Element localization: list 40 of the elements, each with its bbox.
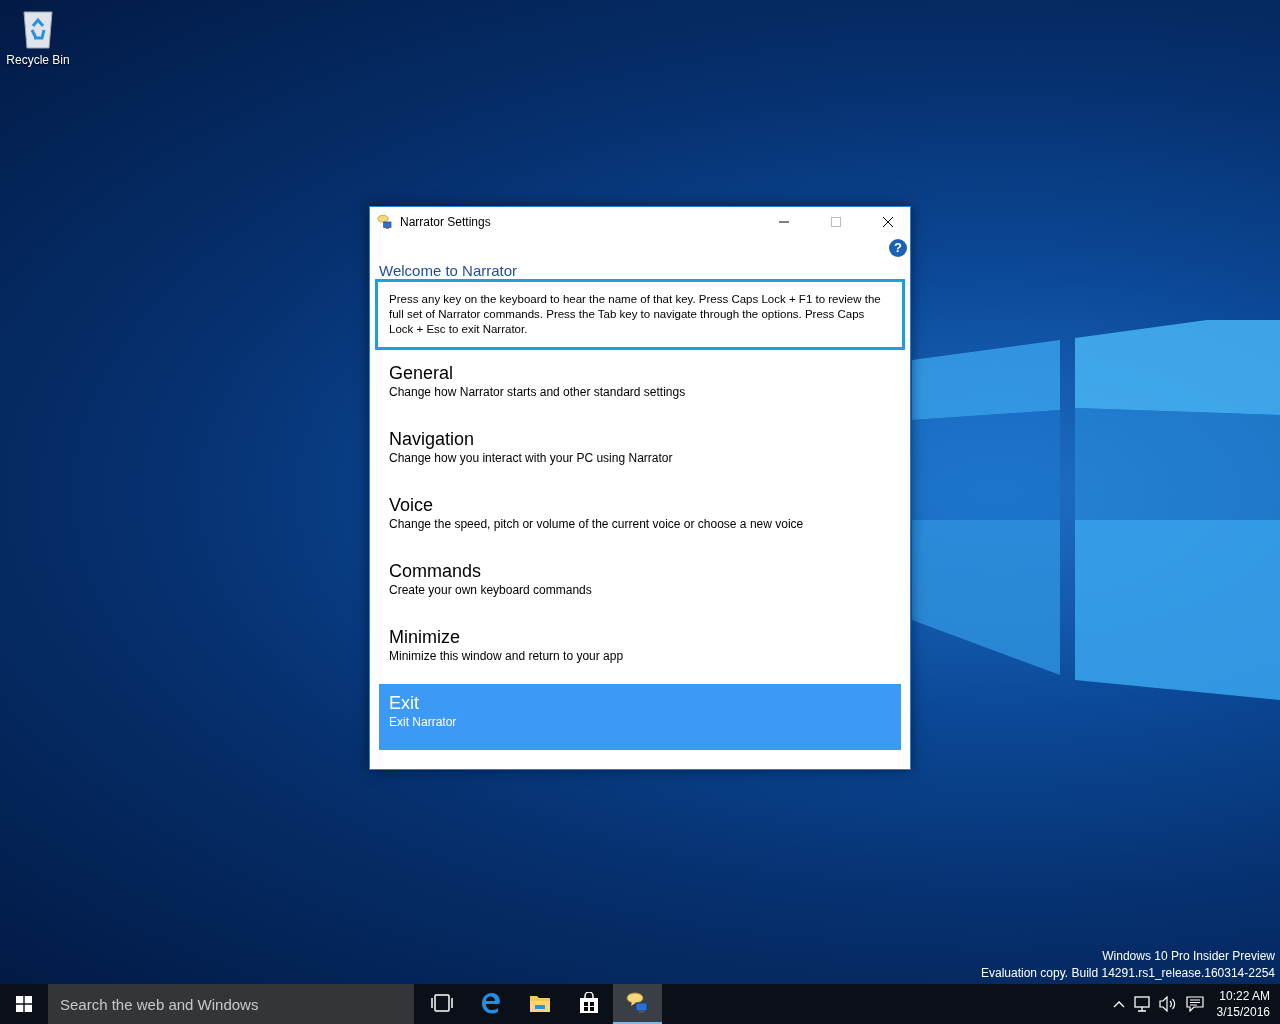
menu-item-description: Change the speed, pitch or volume of the current voice or choose a new voice	[389, 517, 804, 532]
shopping-bag-icon	[578, 992, 599, 1014]
speaker-icon[interactable]	[1158, 996, 1177, 1012]
task-view-icon	[430, 994, 453, 1012]
settings-menu-item[interactable]: Commands Create your own keyboard commands	[379, 552, 901, 618]
menu-item-title: Navigation	[389, 428, 475, 450]
settings-menu-item[interactable]: Voice Change the speed, pitch or volume of the current voice or choose a new voice	[379, 486, 901, 552]
taskbar-app-button[interactable]	[613, 984, 662, 1024]
menu-item-title: Commands	[389, 560, 482, 582]
settings-menu-item[interactable]: General Change how Narrator starts and other standard settings	[379, 354, 901, 420]
chevron-up-icon[interactable]	[1112, 1000, 1125, 1008]
menu-item-title: General	[389, 362, 454, 384]
menu-item-description: Change how you interact with your PC using Narrator	[389, 451, 673, 466]
network-icon[interactable]	[1133, 996, 1150, 1012]
windows-logo-icon	[16, 996, 32, 1012]
menu-item-description: Change how Narrator starts and other standard settings	[389, 385, 686, 400]
menu-item-description: Minimize this window and return to your app	[389, 649, 624, 664]
menu-item-description: Create your own keyboard commands	[389, 583, 592, 598]
build-info-text: Windows 10 Pro Insider Preview	[1102, 948, 1275, 965]
folder-icon	[528, 993, 551, 1013]
browser-e-icon	[479, 992, 502, 1014]
help-button[interactable]: ?	[889, 239, 907, 257]
menu-item-title: Exit	[389, 692, 419, 714]
narrator-icon	[625, 991, 650, 1015]
intro-text: Press any key on the keyboard to hear the name of that key. Press Caps Lock + F1 to review the full set of Narrator commands. Press the Tab key to navigate through the options. Press Caps Lock + Esc to exit Narrator.	[375, 279, 905, 350]
menu-item-title: Minimize	[389, 626, 460, 648]
desktop-icon-label[interactable]: Recycle Bin	[6, 53, 70, 67]
menu-item-title: Voice	[389, 494, 434, 516]
window-title: Narrator Settings	[400, 215, 491, 229]
search-field[interactable]: Search the web and Windows	[48, 984, 414, 1024]
settings-menu-item[interactable]: Minimize Minimize this window and return to your app	[379, 618, 901, 684]
clock[interactable]: 10:22 AM 3/15/2016	[1212, 988, 1270, 1020]
welcome-heading: Welcome to Narrator	[378, 263, 519, 279]
settings-menu-item[interactable]: Navigation Change how you interact with your PC using Narrator	[379, 420, 901, 486]
build-info-text: Evaluation copy. Build 14291.rs1_release.160314-2254	[981, 965, 1275, 982]
menu-item-description: Exit Narrator	[389, 715, 457, 730]
maximize-icon	[829, 216, 842, 228]
narrator-icon	[377, 214, 393, 230]
close-icon	[881, 216, 894, 228]
notification-icon[interactable]	[1185, 996, 1204, 1012]
